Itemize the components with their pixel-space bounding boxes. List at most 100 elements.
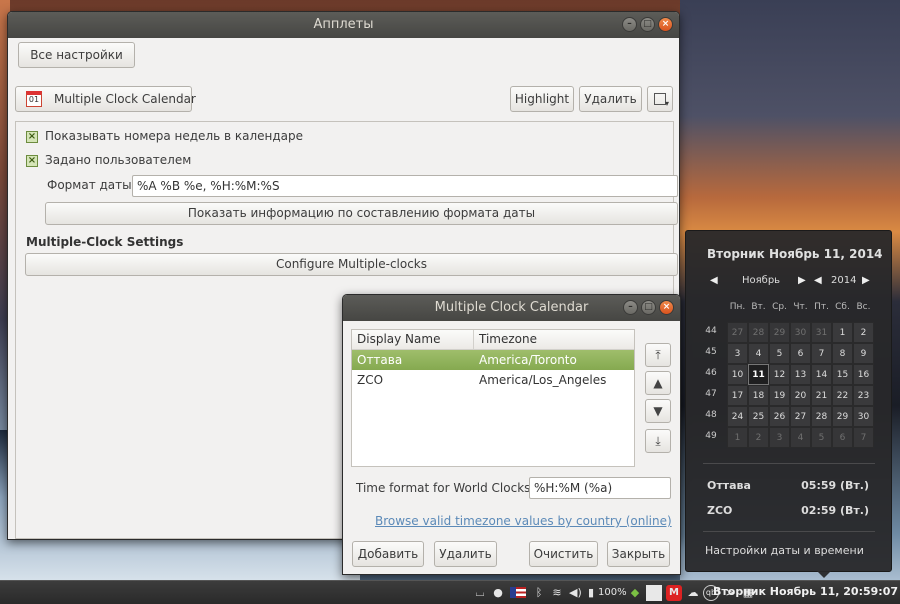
calendar-day[interactable]: 7 bbox=[853, 427, 874, 448]
next-year-icon[interactable]: ▶ bbox=[862, 275, 870, 286]
highlight-button[interactable]: Highlight bbox=[510, 86, 574, 112]
mail-icon[interactable]: M bbox=[666, 585, 682, 601]
calendar-day[interactable]: 1 bbox=[832, 322, 853, 343]
calendar-day[interactable]: 28 bbox=[748, 322, 769, 343]
show-format-info-button[interactable]: Показать информацию по составлению форма… bbox=[45, 202, 678, 225]
calendar-day[interactable]: 20 bbox=[790, 385, 811, 406]
weekday-label: Пт. bbox=[814, 302, 829, 312]
user-icon[interactable]: ● bbox=[492, 585, 504, 601]
browse-timezones-link[interactable]: Browse valid timezone values by country … bbox=[375, 514, 672, 528]
calendar-day[interactable]: 2 bbox=[853, 322, 874, 343]
calendar-day[interactable]: 26 bbox=[769, 406, 790, 427]
cloud-icon[interactable]: ☁ bbox=[686, 585, 700, 601]
calendar-day[interactable]: 22 bbox=[832, 385, 853, 406]
calendar-day[interactable]: 12 bbox=[769, 364, 790, 385]
calendar-day[interactable]: 3 bbox=[727, 343, 748, 364]
calendar-day[interactable]: 30 bbox=[790, 322, 811, 343]
calendar-day[interactable]: 4 bbox=[790, 427, 811, 448]
blank-app-icon[interactable] bbox=[646, 585, 662, 601]
move-down-button[interactable]: ▼ bbox=[645, 399, 671, 423]
configure-applet-button[interactable]: ▾ bbox=[647, 86, 673, 112]
applet-name-button[interactable]: 01 Multiple Clock Calendar bbox=[15, 86, 196, 112]
calendar-day[interactable]: 18 bbox=[748, 385, 769, 406]
battery-percent: 100% bbox=[598, 587, 627, 598]
calendar-day[interactable]: 8 bbox=[832, 343, 853, 364]
column-display-name[interactable]: Display Name bbox=[352, 330, 473, 349]
column-timezone[interactable]: Timezone bbox=[473, 330, 634, 349]
month-label: Ноябрь bbox=[742, 275, 781, 286]
maximize-icon[interactable]: □ bbox=[640, 17, 655, 32]
calendar-day[interactable]: 2 bbox=[748, 427, 769, 448]
move-up-button[interactable]: ▲ bbox=[645, 371, 671, 395]
calendar-day[interactable]: 28 bbox=[811, 406, 832, 427]
move-top-button[interactable]: ⤒ bbox=[645, 343, 671, 367]
calendar-day[interactable]: 13 bbox=[790, 364, 811, 385]
move-top-icon: ⤒ bbox=[655, 348, 661, 362]
next-month-icon[interactable]: ▶ bbox=[798, 275, 806, 286]
calendar-day[interactable]: 23 bbox=[853, 385, 874, 406]
multiple-clock-dialog: Multiple Clock Calendar – □ × Display Na… bbox=[342, 294, 681, 575]
calendar-date-heading: Вторник Ноябрь 11, 2014 bbox=[707, 247, 883, 261]
calendar-day[interactable]: 9 bbox=[853, 343, 874, 364]
all-settings-button[interactable]: Все настройки bbox=[18, 42, 135, 68]
calendar-day[interactable]: 19 bbox=[769, 385, 790, 406]
delete-button[interactable]: Удалить bbox=[579, 86, 642, 112]
calendar-day[interactable]: 24 bbox=[727, 406, 748, 427]
minimize-icon[interactable]: – bbox=[622, 17, 637, 32]
calendar-day[interactable]: 6 bbox=[790, 343, 811, 364]
week-numbers-checkbox[interactable]: × bbox=[26, 131, 38, 143]
date-time-settings-link[interactable]: Настройки даты и времени bbox=[705, 544, 864, 557]
calendar-day[interactable]: 25 bbox=[748, 406, 769, 427]
clear-button[interactable]: Очистить bbox=[529, 541, 598, 567]
calendar-day[interactable]: 6 bbox=[832, 427, 853, 448]
minimize-icon[interactable]: – bbox=[623, 300, 638, 315]
calendar-day[interactable]: 10 bbox=[727, 364, 748, 385]
calendar-day[interactable]: 17 bbox=[727, 385, 748, 406]
show-desktop-icon[interactable]: ⌴ bbox=[474, 585, 486, 601]
close-icon[interactable]: × bbox=[658, 17, 673, 32]
dialog-titlebar[interactable]: Multiple Clock Calendar – □ × bbox=[343, 295, 680, 321]
calendar-day[interactable]: 31 bbox=[811, 322, 832, 343]
add-button[interactable]: Добавить bbox=[352, 541, 424, 567]
calendar-day[interactable]: 16 bbox=[853, 364, 874, 385]
table-row[interactable]: Оттава America/Toronto bbox=[352, 350, 634, 370]
date-format-input[interactable]: %A %B %e, %H:%M:%S bbox=[132, 175, 678, 197]
calendar-day[interactable]: 30 bbox=[853, 406, 874, 427]
time-format-input[interactable]: %H:%M (%a) bbox=[529, 477, 671, 499]
keyboard-layout-flag-icon[interactable] bbox=[510, 587, 526, 598]
calendar-day[interactable]: 14 bbox=[811, 364, 832, 385]
battery-icon[interactable]: ▮ bbox=[586, 585, 596, 601]
table-row[interactable]: ZCO America/Los_Angeles bbox=[352, 370, 634, 390]
close-icon[interactable]: × bbox=[659, 300, 674, 315]
calendar-navigation: ◀ Ноябрь ▶ ◀ 2014 ▶ bbox=[686, 275, 893, 289]
move-bottom-button[interactable]: ⤓ bbox=[645, 429, 671, 453]
calendar-day[interactable]: 21 bbox=[811, 385, 832, 406]
calendar-day[interactable]: 29 bbox=[832, 406, 853, 427]
calendar-day[interactable]: 5 bbox=[811, 427, 832, 448]
calendar-day[interactable]: 29 bbox=[769, 322, 790, 343]
shield-icon[interactable]: ◆ bbox=[628, 585, 642, 601]
calendar-day[interactable]: 7 bbox=[811, 343, 832, 364]
maximize-icon[interactable]: □ bbox=[641, 300, 656, 315]
close-button[interactable]: Закрыть bbox=[607, 541, 670, 567]
remove-button[interactable]: Удалить bbox=[434, 541, 497, 567]
calendar-day[interactable]: 1 bbox=[727, 427, 748, 448]
calendar-day[interactable]: 4 bbox=[748, 343, 769, 364]
volume-icon[interactable]: ◀) bbox=[569, 585, 582, 601]
calendar-day[interactable]: 11 bbox=[748, 364, 769, 385]
calendar-day[interactable]: 15 bbox=[832, 364, 853, 385]
configure-multiple-clocks-button[interactable]: Configure Multiple-clocks bbox=[25, 253, 678, 276]
panel-clock[interactable]: Вторник Ноябрь 11, 20:59:07 bbox=[713, 585, 898, 598]
calendar-day[interactable]: 27 bbox=[790, 406, 811, 427]
divider bbox=[703, 463, 875, 464]
export-icon: ▾ bbox=[654, 93, 669, 108]
calendar-day[interactable]: 27 bbox=[727, 322, 748, 343]
custom-format-checkbox[interactable]: × bbox=[26, 155, 38, 167]
applets-titlebar[interactable]: Апплеты – □ × bbox=[8, 12, 679, 38]
prev-month-icon[interactable]: ◀ bbox=[710, 275, 718, 286]
prev-year-icon[interactable]: ◀ bbox=[814, 275, 822, 286]
calendar-day[interactable]: 3 bbox=[769, 427, 790, 448]
network-icon[interactable]: ≋ bbox=[550, 585, 564, 601]
calendar-day[interactable]: 5 bbox=[769, 343, 790, 364]
bluetooth-icon[interactable]: ᛒ bbox=[534, 585, 544, 601]
